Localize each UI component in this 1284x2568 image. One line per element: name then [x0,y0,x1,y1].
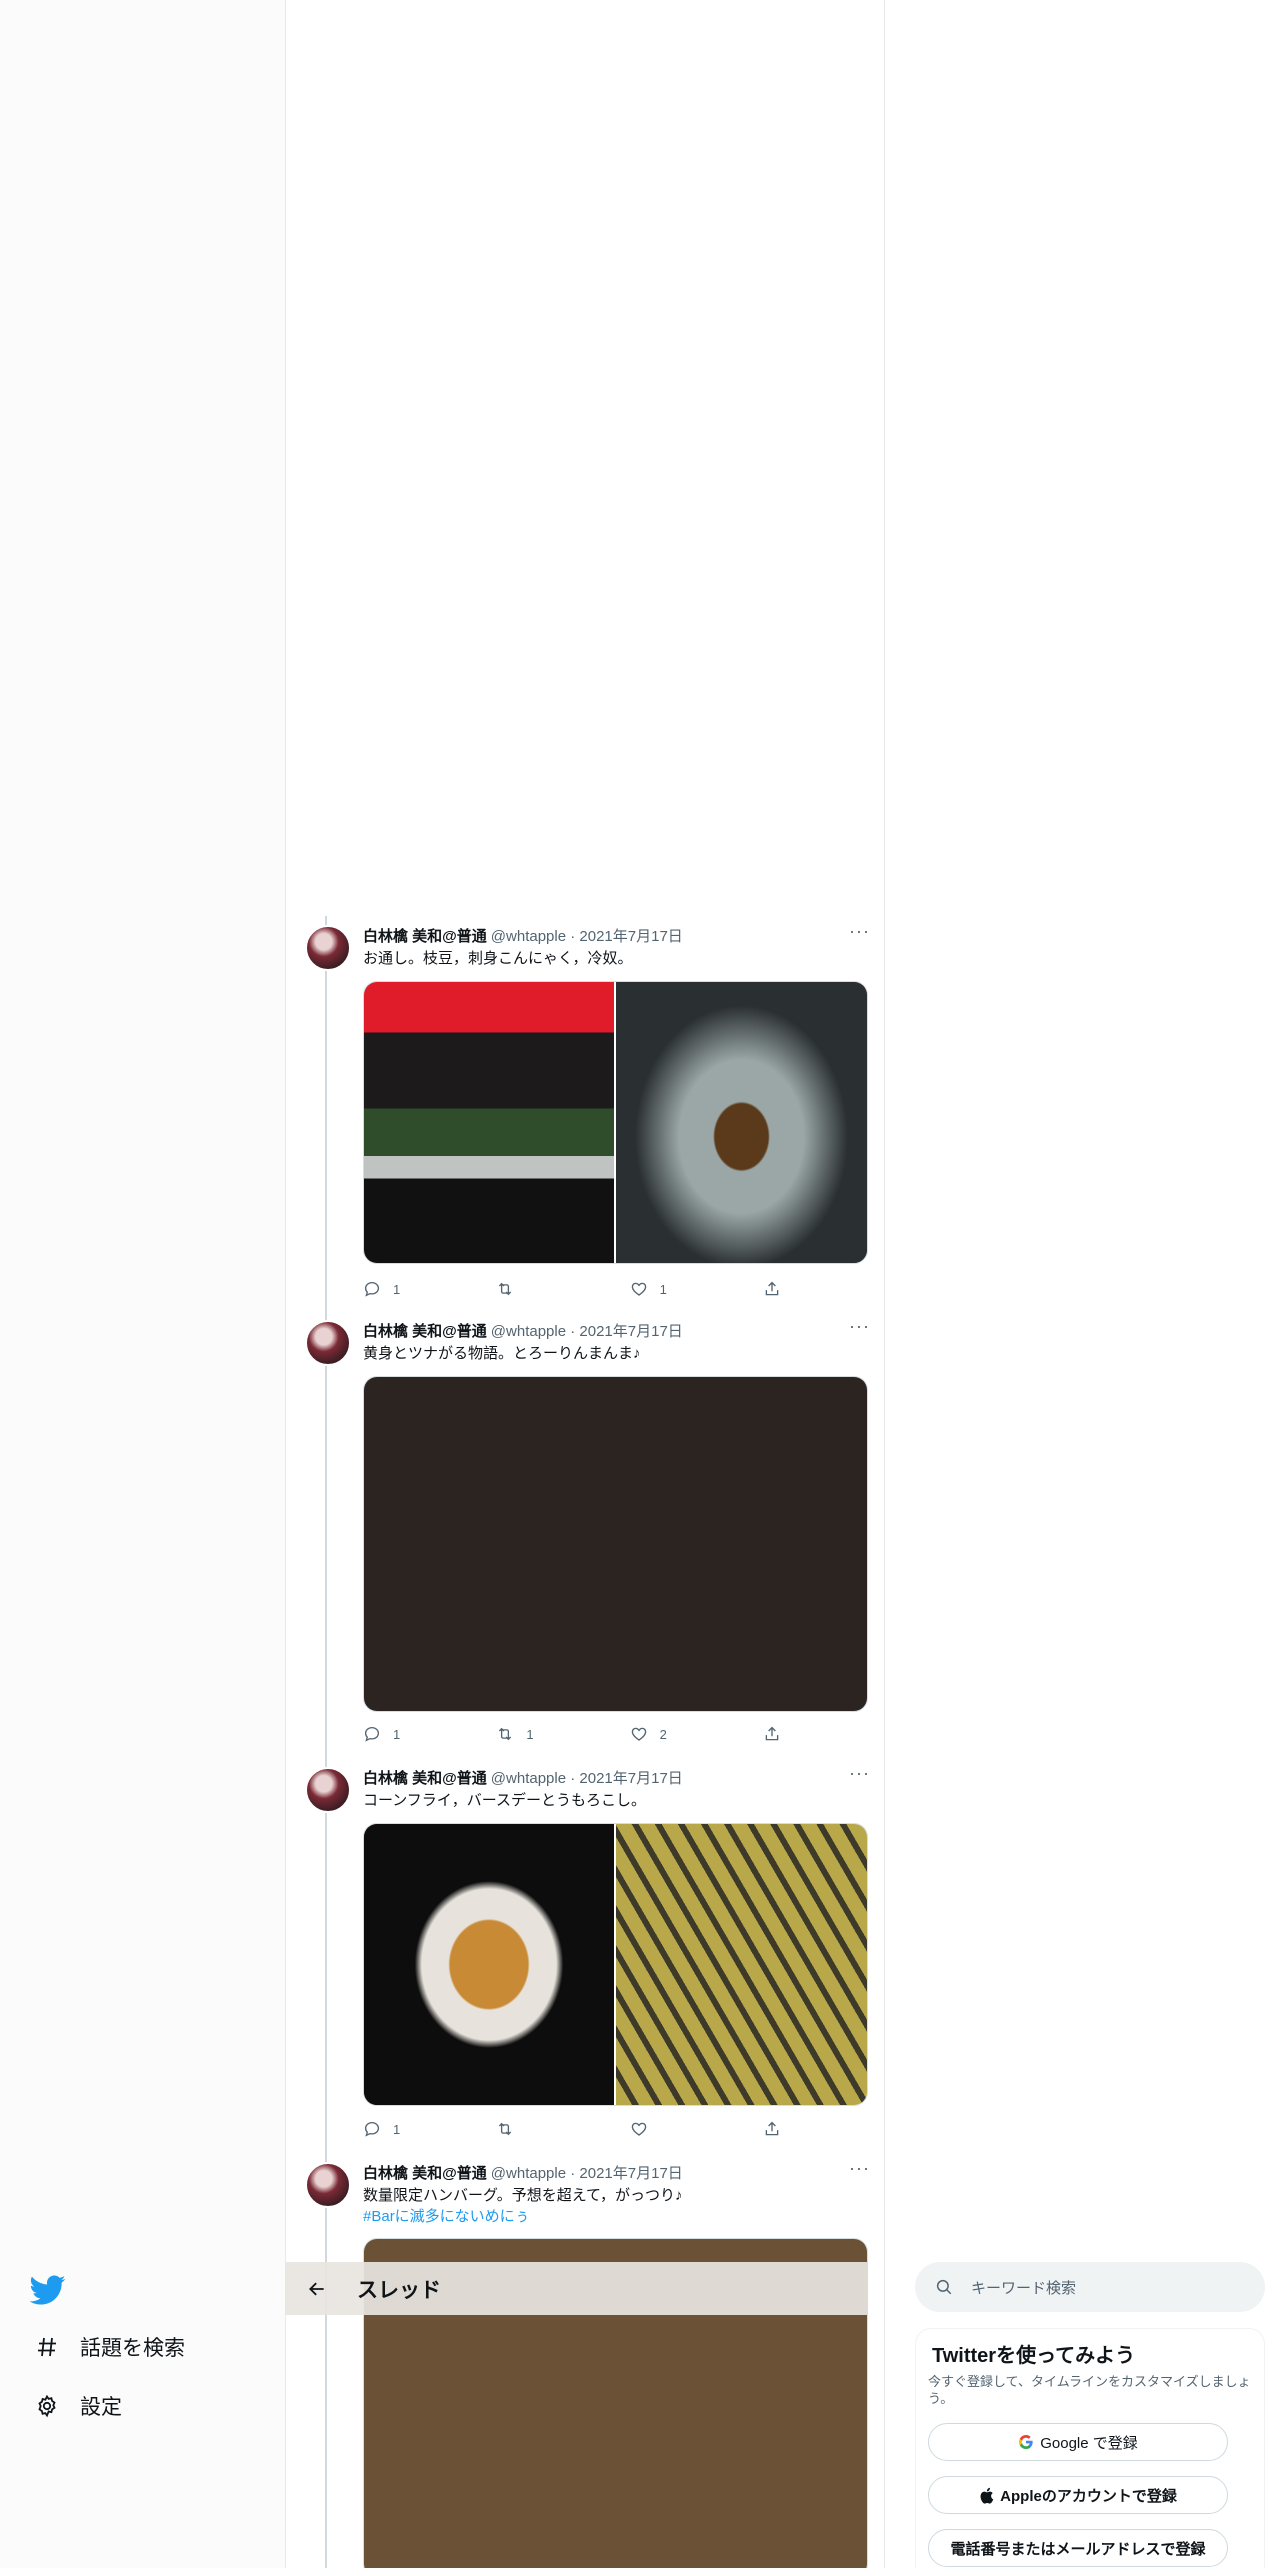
avatar[interactable] [305,1320,351,1366]
tweet-media[interactable] [363,1823,868,2106]
like-button[interactable]: 2 [630,1725,763,1743]
search-input[interactable]: キーワード検索 [971,2277,1076,2298]
apple-signup-button[interactable]: Appleのアカウントで登録 [928,2476,1228,2514]
hashtag-icon [32,2332,62,2362]
thread-column: 白林檎 美和@普通 @whtapple · 2021年7月17日 ··· お通し。… [285,0,885,2568]
gear-icon [32,2391,62,2421]
share-icon [765,2121,779,2136]
reply-icon [364,2121,380,2137]
search-box[interactable]: キーワード検索 [915,2262,1265,2312]
heart-icon [631,1282,646,1296]
google-signup-button[interactable]: Google で登録 [928,2423,1228,2461]
reply-count: 1 [393,1281,401,1297]
search-icon [936,2279,952,2295]
signup-card: Twitterを使ってみよう 今すぐ登録して、タイムラインをカスタマイズしましょ… [915,2328,1265,2568]
media-photo[interactable] [364,1824,614,2105]
retweet-button[interactable] [496,2120,629,2138]
tweet-header: 白林檎 美和@普通 @whtapple · 2021年7月17日 [363,2162,683,2183]
nav-item-explore[interactable]: 話題を検索 [32,2332,185,2362]
retweet-button[interactable]: 1 [496,1725,629,1743]
reply-button[interactable]: 1 [363,2120,496,2138]
retweet-icon [499,1282,512,1296]
back-button[interactable] [297,2269,337,2309]
tweet-header: 白林檎 美和@普通 @whtapple · 2021年7月17日 [363,1767,683,1788]
reply-button[interactable]: 1 [363,1725,496,1743]
like-count: 2 [659,1726,667,1742]
phone-email-signup-label: 電話番号またはメールアドレスで登録 [950,2540,1206,2558]
tweet-media[interactable] [363,981,868,1264]
more-icon[interactable]: ··· [849,1763,870,1784]
tweet-text: お通し。枝豆，刺身こんにゃく，冷奴。 [363,950,633,967]
share-button[interactable] [763,1280,793,1298]
author-name[interactable]: 白林檎 美和@普通 [363,928,487,945]
heart-icon [631,1727,646,1741]
tweet-header: 白林檎 美和@普通 @whtapple · 2021年7月17日 [363,925,683,946]
nav-item-settings[interactable]: 設定 [32,2391,122,2421]
twitter-logo-icon[interactable] [30,2272,66,2308]
avatar[interactable] [305,925,351,971]
reply-count: 1 [393,1726,401,1742]
tweet-actions: 1 1 [363,1280,793,1298]
google-logo-icon [1019,2435,1033,2449]
tweet-actions: 1 1 2 [363,1725,793,1743]
like-count: 1 [659,1281,667,1297]
media-photo[interactable] [364,982,614,1263]
apple-logo-icon [980,2487,994,2504]
like-button[interactable]: 1 [630,1280,763,1298]
author-handle-date[interactable]: @whtapple · 2021年7月17日 [491,1323,683,1340]
avatar[interactable] [305,2162,351,2208]
thread-header: スレッド [285,2262,867,2315]
media-photo[interactable] [364,1377,867,1711]
tweet-header: 白林檎 美和@普通 @whtapple · 2021年7月17日 [363,1320,683,1341]
reply-icon [364,1281,380,1297]
back-arrow-icon [309,2282,324,2295]
left-navigation: 話題を検索 設定 [0,0,285,2568]
author-handle-date[interactable]: @whtapple · 2021年7月17日 [491,928,683,945]
avatar[interactable] [305,1767,351,1813]
like-button[interactable] [630,2120,763,2138]
share-button[interactable] [763,1725,793,1743]
page-title: スレッド [357,2278,441,2302]
heart-icon [631,2122,646,2136]
tweet-media[interactable] [363,1376,868,1712]
retweet-count: 1 [526,1726,534,1742]
thread-connector-line [325,916,327,2568]
tweet-actions: 1 [363,2120,793,2138]
author-handle-date[interactable]: @whtapple · 2021年7月17日 [491,2165,683,2182]
hashtag-link[interactable]: #Barに滅多にないめにぅ [363,2205,683,2226]
signup-subtitle: 今すぐ登録して、タイムラインをカスタマイズしましょう。 [928,2374,1251,2406]
more-icon[interactable]: ··· [849,1316,870,1337]
share-button[interactable] [763,2120,793,2138]
reply-icon [364,1726,380,1742]
retweet-button[interactable] [496,1280,629,1298]
author-handle-date[interactable]: @whtapple · 2021年7月17日 [491,1770,683,1787]
more-icon[interactable]: ··· [849,2158,870,2179]
author-name[interactable]: 白林檎 美和@普通 [363,1770,487,1787]
tweet-text-body: 数量限定ハンバーグ。予想を超えて，がっつり♪ [363,2187,683,2204]
apple-signup-label: Appleのアカウントで登録 [1000,2487,1177,2505]
nav-item-label: 話題を検索 [80,2337,185,2360]
nav-item-label: 設定 [80,2396,122,2419]
more-icon[interactable]: ··· [849,921,870,942]
share-icon [765,1726,779,1741]
author-name[interactable]: 白林檎 美和@普通 [363,2165,487,2182]
retweet-icon [499,2122,512,2136]
signup-title: Twitterを使ってみよう [932,2345,1136,2367]
tweet-text: コーンフライ，バースデーとうもろこし。 [363,1792,647,1809]
retweet-icon [499,1727,512,1741]
media-photo[interactable] [615,1824,867,2105]
author-name[interactable]: 白林檎 美和@普通 [363,1323,487,1340]
tweet-text: 数量限定ハンバーグ。予想を超えて，がっつり♪ #Barに滅多にないめにぅ [363,2184,683,2226]
reply-count: 1 [393,2121,401,2137]
phone-email-signup-button[interactable]: 電話番号またはメールアドレスで登録 [928,2529,1228,2567]
share-icon [765,1281,779,1296]
media-photo[interactable] [615,982,867,1263]
google-signup-label: Google で登録 [1040,2434,1138,2452]
reply-button[interactable]: 1 [363,1280,496,1298]
tweet-text: 黄身とツナがる物語。とろーりんまんま♪ [363,1345,641,1362]
